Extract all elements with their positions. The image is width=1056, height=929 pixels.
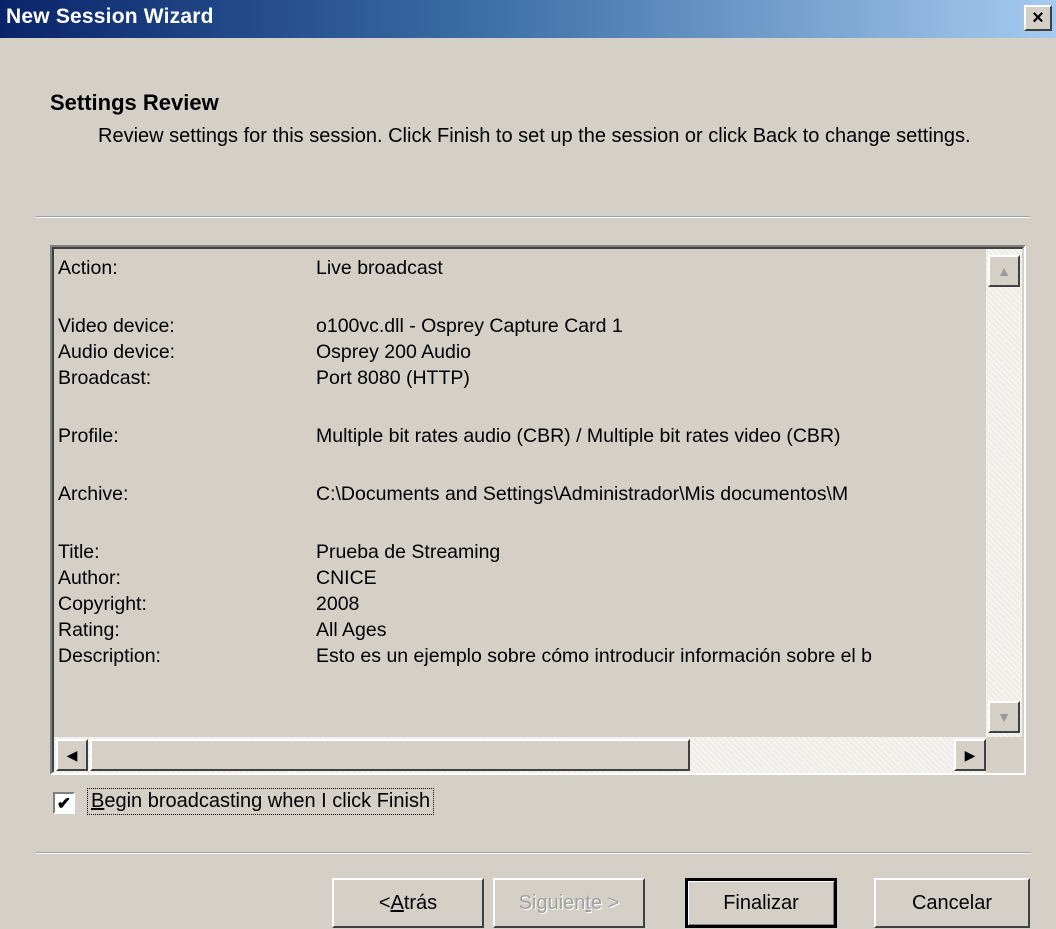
setting-value: All Ages bbox=[316, 619, 387, 641]
setting-label: Profile: bbox=[58, 425, 119, 447]
vertical-scrollbar[interactable]: ▲ ▼ bbox=[986, 249, 1022, 737]
begin-broadcast-label[interactable]: Begin broadcasting when I click Finish bbox=[86, 788, 435, 815]
title-bar: New Session Wizard × bbox=[0, 0, 1056, 38]
arrow-down-icon: ▼ bbox=[997, 709, 1011, 725]
begin-broadcast-checkbox[interactable]: ✔ bbox=[53, 792, 75, 814]
cancel-button[interactable]: Cancelar bbox=[874, 878, 1030, 928]
setting-label: Title: bbox=[58, 541, 100, 563]
setting-label: Audio device: bbox=[58, 341, 176, 363]
finish-button[interactable]: Finalizar bbox=[685, 878, 837, 928]
header-separator bbox=[36, 216, 1030, 218]
setting-value: 2008 bbox=[316, 593, 360, 615]
settings-list[interactable]: Action: Live broadcast Video device: o10… bbox=[50, 245, 1026, 775]
horizontal-scroll-thumb[interactable] bbox=[90, 739, 690, 771]
arrow-right-icon: ▶ bbox=[964, 746, 976, 763]
setting-value: Esto es un ejemplo sobre cómo introducir… bbox=[316, 645, 873, 667]
setting-value: Prueba de Streaming bbox=[316, 541, 501, 563]
scroll-right-button[interactable]: ▶ bbox=[954, 739, 986, 771]
setting-value: Osprey 200 Audio bbox=[316, 341, 472, 363]
setting-label: Rating: bbox=[58, 619, 120, 641]
setting-label: Action: bbox=[58, 257, 118, 279]
arrow-left-icon: ◀ bbox=[66, 746, 78, 763]
checkmark-icon: ✔ bbox=[56, 793, 72, 813]
back-button[interactable]: < Atrás bbox=[332, 878, 484, 928]
setting-value: CNICE bbox=[316, 567, 377, 589]
setting-value: Live broadcast bbox=[316, 257, 443, 279]
footer-separator bbox=[36, 852, 1030, 854]
page-title: Settings Review bbox=[50, 90, 219, 115]
setting-label: Author: bbox=[58, 567, 121, 589]
horizontal-scrollbar[interactable]: ◀ ▶ bbox=[54, 737, 988, 773]
setting-value: o100vc.dll - Osprey Capture Card 1 bbox=[316, 315, 623, 337]
next-button[interactable]: Siguien t e > bbox=[493, 878, 645, 928]
setting-label: Video device: bbox=[58, 315, 175, 337]
settings-content: Action: Live broadcast Video device: o10… bbox=[54, 249, 988, 737]
arrow-up-icon: ▲ bbox=[997, 263, 1011, 279]
setting-label: Broadcast: bbox=[58, 367, 152, 389]
setting-value: C:\Documents and Settings\Administrador\… bbox=[316, 483, 849, 505]
scroll-down-button[interactable]: ▼ bbox=[988, 701, 1020, 733]
scrollbar-corner bbox=[986, 737, 1022, 773]
scroll-left-button[interactable]: ◀ bbox=[56, 739, 88, 771]
close-icon: × bbox=[1032, 7, 1044, 29]
close-button[interactable]: × bbox=[1024, 5, 1052, 31]
setting-value: Multiple bit rates audio (CBR) / Multipl… bbox=[316, 425, 841, 447]
page-subtitle: Review settings for this session. Click … bbox=[98, 125, 971, 147]
setting-label: Archive: bbox=[58, 483, 129, 505]
setting-value: Port 8080 (HTTP) bbox=[316, 367, 470, 389]
window-title: New Session Wizard bbox=[6, 5, 214, 28]
scroll-up-button[interactable]: ▲ bbox=[988, 255, 1020, 287]
setting-label: Description: bbox=[58, 645, 161, 667]
setting-label: Copyright: bbox=[58, 593, 147, 615]
